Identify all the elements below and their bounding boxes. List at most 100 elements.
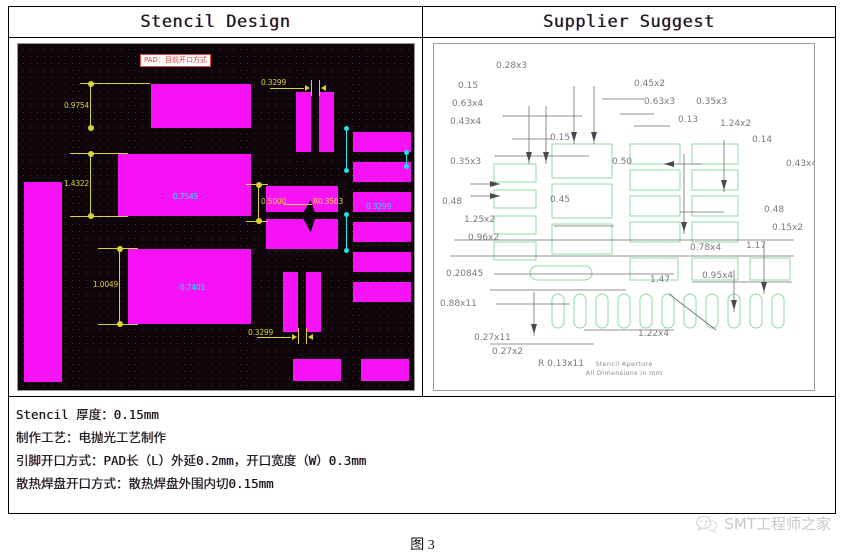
- svg-text:0.13: 0.13: [678, 115, 698, 125]
- dim-label: 0.7401: [180, 283, 206, 292]
- dim-label: 0.7545: [173, 192, 199, 201]
- aperture-pad: [353, 132, 411, 152]
- pad-aperture-callout: PAD：目前开口方式: [140, 54, 211, 67]
- aperture-pad: [353, 252, 411, 272]
- dim-tick: [257, 337, 291, 338]
- cell-stencil-design-image: 0.9754 1.4322 1.0049 0.3299 0.3299 0.500…: [9, 38, 423, 396]
- dim-line-1-0049: [116, 246, 123, 327]
- dim-tick: [98, 324, 138, 325]
- svg-text:0.28x3: 0.28x3: [496, 61, 527, 71]
- svg-text:1.17: 1.17: [746, 241, 766, 251]
- aperture-pad: [151, 84, 251, 128]
- note-thickness: Stencil 厚度：0.15mm: [16, 407, 159, 422]
- dim-line-1-4322: [87, 151, 94, 219]
- dim-leader: [284, 204, 312, 205]
- header-cell-stencil-design: Stencil Design: [9, 7, 423, 37]
- supplier-suggest-title: Supplier Suggest: [543, 12, 715, 32]
- aperture-pad: [296, 92, 311, 152]
- svg-text:0.15x2: 0.15x2: [772, 223, 803, 233]
- svg-text:0.63x3: 0.63x3: [644, 97, 675, 107]
- note-lead-aperture: 引脚开口方式：PAD长（L）外延0.2mm，开口宽度（W）0.3mm: [16, 453, 367, 468]
- dim-tick: [319, 80, 320, 96]
- svg-text:0.43x4: 0.43x4: [450, 117, 481, 127]
- supplier-aperture-drawing: 0.28x3 0.15 0.45x2 0.63x4 0.63x3 0.43x4 …: [440, 61, 814, 369]
- figure-table: Stencil Design Supplier Suggest 0.9754 1…: [8, 6, 836, 514]
- dim-tick: [70, 216, 128, 217]
- wechat-icon: [696, 515, 718, 533]
- dim-label: 0.3299: [261, 78, 287, 87]
- dim-arrow: [321, 85, 326, 91]
- dim-tick: [70, 153, 128, 154]
- svg-text:0.95x4: 0.95x4: [702, 271, 733, 281]
- dim-tick: [298, 328, 299, 344]
- dim-label: 1.0049: [93, 280, 119, 289]
- dim-arrow: [308, 334, 313, 340]
- header-cell-supplier-suggest: Supplier Suggest: [423, 7, 835, 37]
- aperture-pad: [353, 162, 411, 182]
- svg-text:0.48: 0.48: [764, 205, 784, 215]
- aperture-pad: [361, 359, 409, 381]
- dim-arrow: [305, 85, 310, 91]
- aperture-pad: [24, 182, 62, 382]
- svg-text:0.27x11: 0.27x11: [474, 333, 511, 343]
- svg-text:0.50: 0.50: [612, 157, 632, 167]
- svg-text:0.35x3: 0.35x3: [450, 157, 481, 167]
- dim-tick: [311, 80, 312, 96]
- dim-label: 0.5000: [261, 197, 287, 206]
- supplier-drawing-viewport: 0.28x3 0.15 0.45x2 0.63x4 0.63x3 0.43x4 …: [433, 43, 815, 391]
- svg-text:1.24x2: 1.24x2: [720, 119, 751, 129]
- dim-line-0-7401: [344, 211, 349, 253]
- aperture-pad: [293, 359, 341, 381]
- stencil-cad-canvas: 0.9754 1.4322 1.0049 0.3299 0.3299 0.500…: [18, 44, 414, 390]
- svg-text:0.96x2: 0.96x2: [468, 233, 499, 243]
- aperture-pad: [118, 154, 251, 216]
- svg-text:0.45x2: 0.45x2: [634, 79, 665, 89]
- note-process: 制作工艺：电抛光工艺制作: [16, 430, 167, 445]
- svg-text:0.15: 0.15: [550, 133, 570, 143]
- svg-text:0.48: 0.48: [442, 197, 462, 207]
- dim-tick: [246, 221, 268, 222]
- watermark: SMT工程师之家: [696, 513, 831, 534]
- stencil-cad-viewport: 0.9754 1.4322 1.0049 0.3299 0.3299 0.500…: [17, 43, 415, 391]
- dim-line-0-3299-cyan: [404, 149, 409, 169]
- dim-label: 1.4322: [64, 179, 90, 188]
- aperture-pad: [353, 282, 411, 302]
- svg-text:0.20845: 0.20845: [446, 269, 483, 279]
- cell-supplier-suggest-image: 0.28x3 0.15 0.45x2 0.63x4 0.63x3 0.43x4 …: [423, 38, 835, 396]
- figure-caption: 图 3: [410, 538, 435, 553]
- dim-line-0-9754: [87, 81, 94, 131]
- dim-tick: [270, 88, 304, 89]
- svg-text:0.63x4: 0.63x4: [452, 99, 483, 109]
- dim-tick: [306, 328, 307, 344]
- caption-line-2: All Dimensions in mm: [585, 369, 663, 377]
- aperture-pad: [319, 92, 334, 152]
- svg-text:0.15: 0.15: [458, 81, 478, 91]
- note-thermal-aperture: 散热焊盘开口方式：散热焊盘外围内切0.15mm: [16, 476, 274, 491]
- aperture-thermal-pad: [266, 219, 338, 249]
- svg-text:1.47: 1.47: [650, 275, 670, 285]
- table-notes-row: Stencil 厚度：0.15mm 制作工艺：电抛光工艺制作 引脚开口方式：PA…: [9, 397, 835, 513]
- dim-label: 0.9754: [64, 101, 90, 110]
- svg-text:1.22x4: 1.22x4: [638, 329, 669, 339]
- aperture-pad: [353, 222, 411, 242]
- dim-arrow: [292, 334, 297, 340]
- aperture-pad: [283, 272, 298, 332]
- stencil-design-title: Stencil Design: [140, 12, 291, 32]
- stencil-notes: Stencil 厚度：0.15mm 制作工艺：电抛光工艺制作 引脚开口方式：PA…: [9, 397, 835, 513]
- svg-text:0.45: 0.45: [550, 195, 570, 205]
- dim-label: 0.3299: [366, 202, 392, 211]
- dim-line-0-5000: [255, 182, 262, 224]
- svg-text:0.35x3: 0.35x3: [696, 97, 727, 107]
- caption-line-1: Stencil Aperture: [595, 360, 653, 368]
- supplier-drawing-caption: Stencil Aperture All Dimensions in mm: [434, 360, 814, 378]
- aperture-pad: [306, 272, 321, 332]
- watermark-text: SMT工程师之家: [724, 515, 831, 533]
- svg-text:0.78x4: 0.78x4: [690, 243, 721, 253]
- table-image-row: 0.9754 1.4322 1.0049 0.3299 0.3299 0.500…: [9, 38, 835, 397]
- svg-text:0.14: 0.14: [752, 135, 772, 145]
- svg-text:0.43x4: 0.43x4: [786, 159, 814, 169]
- dim-line-0-7545: [344, 125, 349, 173]
- svg-text:0.88x11: 0.88x11: [440, 299, 477, 309]
- svg-text:1.25x2: 1.25x2: [464, 215, 495, 225]
- svg-text:0.27x2: 0.27x2: [492, 347, 523, 357]
